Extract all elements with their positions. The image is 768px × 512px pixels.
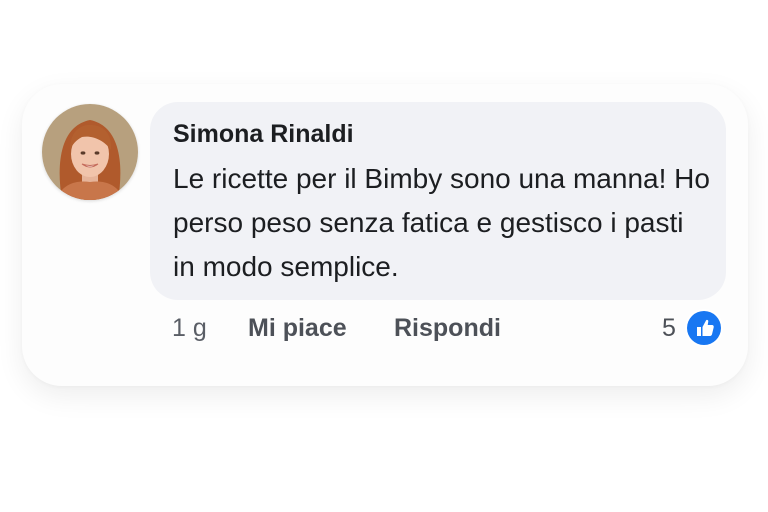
comment-actions: 1 g Mi piace Rispondi 5: [172, 311, 732, 346]
reply-button[interactable]: Rispondi: [394, 314, 501, 343]
like-button[interactable]: Mi piace: [248, 314, 347, 343]
author-name[interactable]: Simona Rinaldi: [173, 120, 354, 149]
avatar[interactable]: [42, 104, 138, 200]
comment-bubble: Simona Rinaldi Le ricette per il Bimby s…: [150, 102, 726, 300]
thumbs-up-icon[interactable]: [687, 311, 721, 345]
timestamp[interactable]: 1 g: [172, 314, 207, 343]
reaction-count[interactable]: 5: [662, 314, 676, 343]
comment-text: Le ricette per il Bimby sono una manna! …: [173, 163, 710, 282]
